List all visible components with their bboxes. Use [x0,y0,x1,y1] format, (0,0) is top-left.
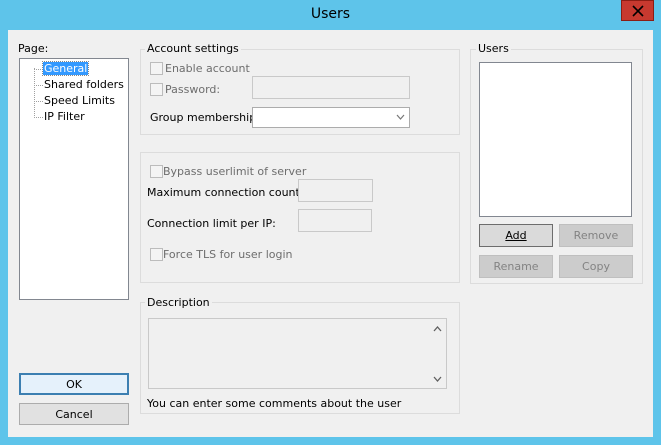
tree-line [34,117,43,118]
description-textarea[interactable] [148,318,447,389]
ok-button-label: OK [66,377,82,391]
tree-line [34,68,35,116]
connection-limit-ip-label: Connection limit per IP: [147,217,276,230]
account-settings-label: Account settings [145,42,241,55]
remove-user-button[interactable]: Remove [559,224,633,247]
enable-account-checkbox[interactable] [150,62,163,75]
max-connection-label: Maximum connection count: [147,186,304,199]
window-title: Users [310,6,351,22]
page-label: Page: [18,42,49,55]
force-tls-label: Force TLS for user login [163,248,293,261]
group-membership-select[interactable] [252,107,410,128]
title-bar[interactable]: Users [0,0,661,30]
tree-item-general[interactable]: General [41,61,90,76]
password-checkbox[interactable] [150,83,163,96]
remove-user-button-label: Remove [573,229,619,242]
scroll-up-button[interactable] [429,320,446,337]
description-scrollbar[interactable] [429,319,446,388]
tree-line [34,85,43,86]
rename-user-button-label: Rename [493,260,539,273]
close-button[interactable] [621,0,654,21]
tree-item-ip-filter[interactable]: IP Filter [44,110,85,123]
tree-item-speed-limits[interactable]: Speed Limits [44,94,115,107]
chevron-down-icon [396,114,405,120]
force-tls-checkbox[interactable] [150,248,163,261]
password-label: Password: [165,83,221,96]
ok-button[interactable]: OK [19,373,129,395]
tree-item-shared-folders[interactable]: Shared folders [44,78,124,91]
close-icon [631,4,644,17]
chevron-up-icon [433,325,442,331]
dialog-client-area: Page: General Shared folders Speed Limit… [8,30,653,437]
users-list[interactable] [479,62,632,217]
enable-account-label: Enable account [165,62,250,75]
rename-user-button[interactable]: Rename [479,255,553,278]
tree-line [34,69,43,70]
page-tree[interactable]: General Shared folders Speed Limits IP F… [19,58,129,300]
connection-limit-ip-field[interactable] [298,209,372,232]
add-user-button-label: Add [505,229,527,242]
cancel-button-label: Cancel [55,407,93,421]
description-hint: You can enter some comments about the us… [147,397,402,410]
copy-user-button[interactable]: Copy [559,255,633,278]
max-connection-field[interactable] [298,179,373,202]
password-field[interactable] [252,76,410,99]
copy-user-button-label: Copy [582,260,610,273]
description-label: Description [145,296,212,309]
tree-line [34,101,43,102]
group-membership-label: Group membership: [150,111,260,124]
scroll-down-button[interactable] [429,370,446,387]
users-label: Users [476,42,511,55]
bypass-userlimit-checkbox[interactable] [150,165,163,178]
add-user-button[interactable]: Add [479,224,553,247]
users-dialog: Users Page: General Shared folders Speed… [0,0,661,445]
bypass-userlimit-label: Bypass userlimit of server [163,165,307,178]
cancel-button[interactable]: Cancel [19,403,129,425]
chevron-down-icon [433,376,442,382]
